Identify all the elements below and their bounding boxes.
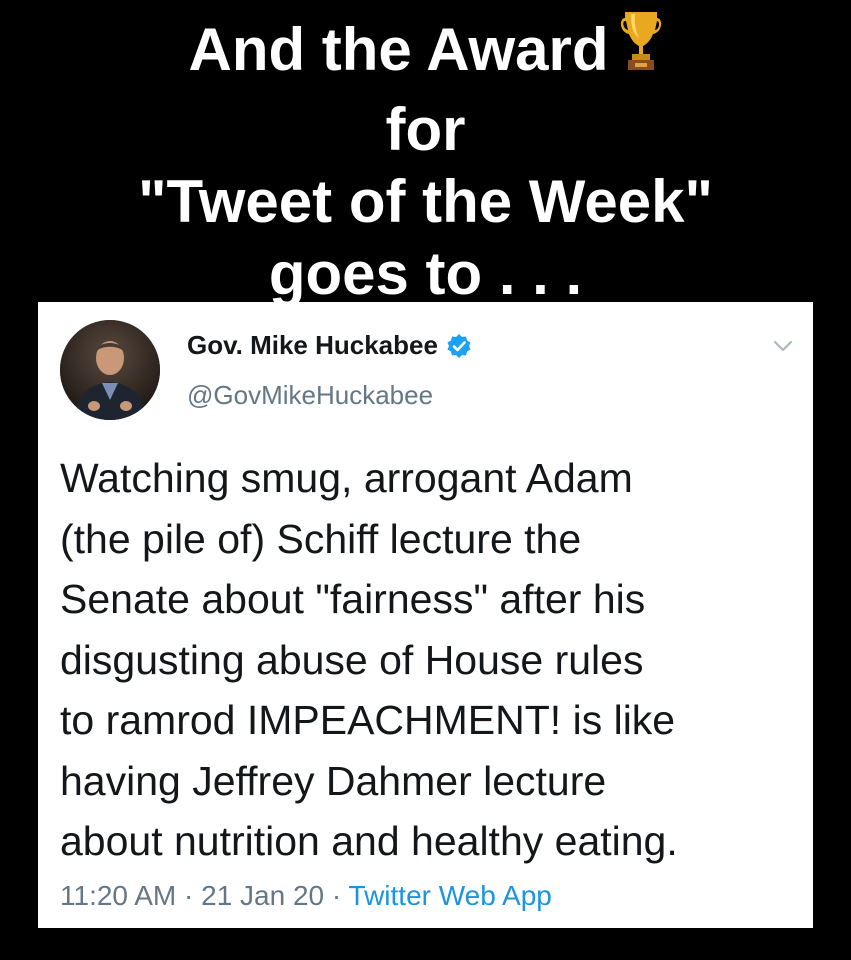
tweet-card: Gov. Mike Huckabee @GovMikeHuckabee Watc… bbox=[38, 302, 813, 928]
headline-line-1: And the Award bbox=[0, 12, 851, 94]
trophy-icon bbox=[619, 8, 663, 88]
tweet-text-line: (the pile of) Schiff lecture the bbox=[60, 515, 582, 562]
display-name[interactable]: Gov. Mike Huckabee bbox=[187, 330, 438, 361]
tweet-text-line: to ramrod IMPEACHMENT! is like bbox=[60, 697, 676, 743]
headline-line-4: goes to . . . bbox=[268, 240, 583, 308]
tweet-text-line: about nutrition and healthy eating. bbox=[60, 818, 678, 864]
meta-separator: · bbox=[331, 880, 342, 911]
headline-award-text: And the Award bbox=[188, 16, 609, 83]
tweet-date[interactable]: 21 Jan 20 bbox=[201, 880, 324, 911]
handle[interactable]: @GovMikeHuckabee bbox=[187, 380, 433, 411]
tweet-text-line: Watching smug, arrogant Adam bbox=[60, 455, 633, 501]
headline-line-2: for bbox=[385, 96, 466, 164]
meta-separator: · bbox=[184, 880, 194, 911]
tweet-text-line: having Jeffrey Dahmer lecture bbox=[60, 757, 607, 804]
headline-line-3: "Tweet of the Week" bbox=[138, 168, 713, 236]
tweet-time[interactable]: 11:20 AM bbox=[60, 880, 176, 911]
tweet-text-line: disgusting abuse of House rules bbox=[60, 636, 644, 683]
headline: And the Award for "Tweet of the Week" go… bbox=[0, 12, 851, 310]
verified-badge-icon bbox=[446, 333, 472, 359]
author-row: Gov. Mike Huckabee bbox=[187, 330, 472, 361]
tweet-text-line: Senate about "fairness" after his bbox=[60, 576, 646, 622]
tweet-source-link[interactable]: Twitter Web App bbox=[349, 880, 552, 911]
avatar[interactable] bbox=[60, 320, 160, 420]
tweet-meta: 11:20 AM · 21 Jan 20 · Twitter Web App bbox=[60, 880, 552, 912]
chevron-down-icon[interactable] bbox=[772, 338, 794, 354]
tweet-text: Watching smug, arrogant Adam (the pile o… bbox=[60, 448, 800, 872]
